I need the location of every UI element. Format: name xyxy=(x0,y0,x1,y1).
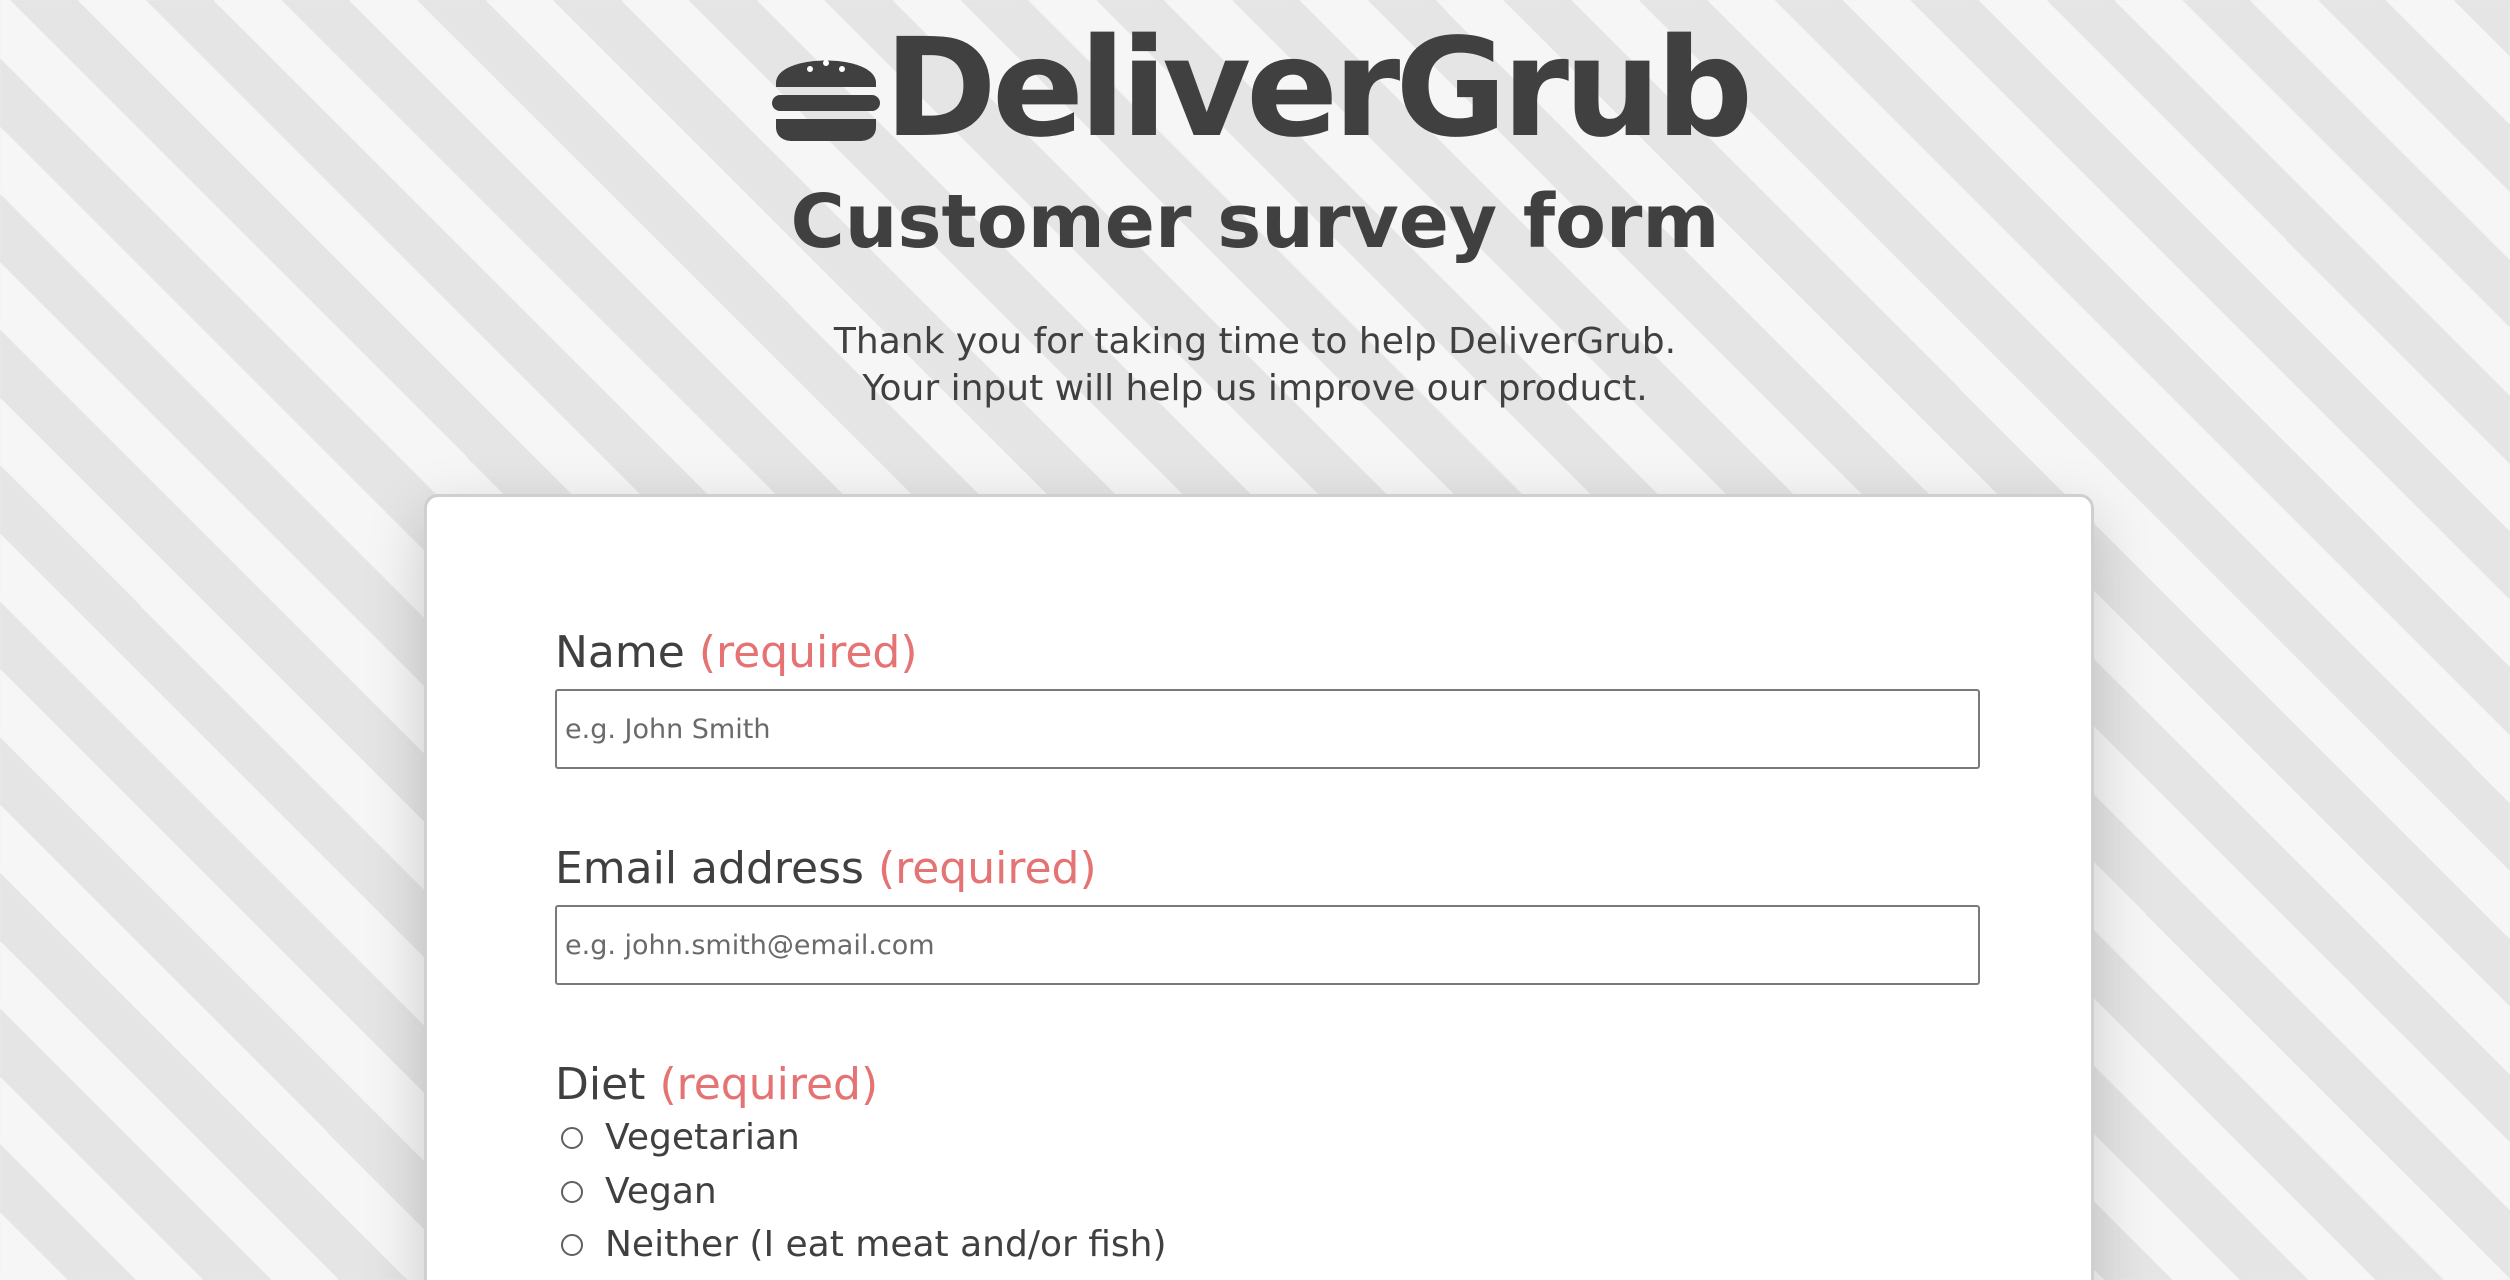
intro-line: Thank you for taking time to help Delive… xyxy=(833,321,1677,362)
intro-line: Your input will help us improve our prod… xyxy=(862,368,1648,409)
email-label: Email address (required) xyxy=(555,847,1097,891)
diet-option-vegetarian[interactable]: Vegetarian xyxy=(561,1117,800,1158)
page-title: Customer survey form xyxy=(790,179,1720,265)
radio-button[interactable] xyxy=(561,1126,583,1149)
brand-name: DeliverGrub xyxy=(884,10,1753,168)
diet-option-vegan[interactable]: Vegan xyxy=(561,1171,717,1212)
name-label-text: Name xyxy=(555,627,685,678)
required-indicator: (required) xyxy=(659,1059,879,1110)
diet-label-text: Diet xyxy=(555,1059,646,1110)
intro-text: Thank you for taking time to help Delive… xyxy=(0,318,2510,412)
brand-logo: DeliverGrub xyxy=(772,10,1753,168)
email-label-text: Email address xyxy=(555,843,864,894)
email-input[interactable] xyxy=(555,905,1980,985)
radio-button[interactable] xyxy=(561,1180,583,1203)
radio-label[interactable]: Vegetarian xyxy=(605,1117,800,1158)
burger-icon xyxy=(772,60,880,141)
survey-form-card: Name (required) Email address (required)… xyxy=(424,494,2094,1280)
diet-option-neither[interactable]: Neither (I eat meat and/or fish) xyxy=(561,1224,1167,1265)
required-indicator: (required) xyxy=(698,627,918,678)
name-label: Name (required) xyxy=(555,631,918,675)
radio-label[interactable]: Vegan xyxy=(605,1171,717,1212)
diet-label: Diet (required) xyxy=(555,1063,878,1107)
radio-button[interactable] xyxy=(561,1233,583,1256)
radio-label[interactable]: Neither (I eat meat and/or fish) xyxy=(605,1224,1167,1265)
name-input[interactable] xyxy=(555,689,1980,769)
required-indicator: (required) xyxy=(877,843,1097,894)
